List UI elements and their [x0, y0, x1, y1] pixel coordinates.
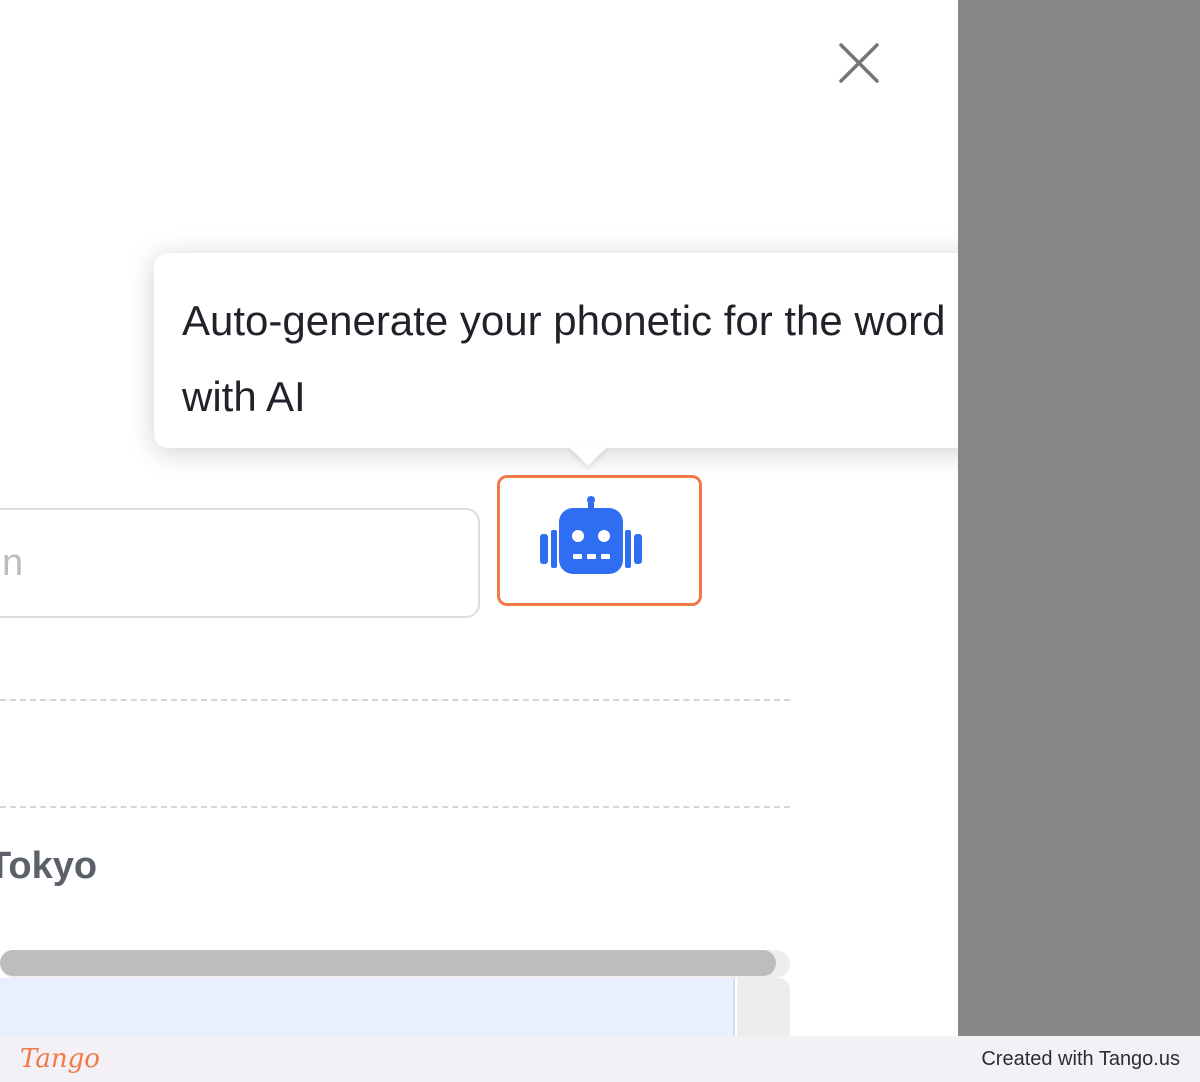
table-gutter	[737, 978, 790, 1036]
phonetic-input[interactable]	[2, 541, 478, 585]
phonetic-input-wrapper	[0, 508, 480, 618]
close-icon	[839, 43, 879, 83]
dialog-panel: Auto-generate your phonetic for the word…	[0, 0, 958, 1036]
tango-logo[interactable]: Tango	[20, 1044, 100, 1074]
close-button[interactable]	[834, 38, 884, 88]
robot-icon	[539, 495, 642, 574]
footer-bar: Tango Created with Tango.us	[0, 1036, 1200, 1082]
tooltip-arrow	[568, 446, 608, 466]
tooltip-text: Auto-generate your phonetic for the word…	[182, 297, 946, 420]
city-label: Tokyo	[0, 845, 98, 887]
scrollbar-thumb[interactable]	[0, 950, 776, 976]
modal-backdrop[interactable]	[958, 0, 1200, 1036]
ai-tooltip: Auto-generate your phonetic for the word…	[154, 253, 958, 448]
divider	[0, 806, 790, 808]
table-row[interactable]	[0, 978, 735, 1036]
ai-generate-button[interactable]	[497, 475, 702, 606]
screenshot-stage: Auto-generate your phonetic for the word…	[0, 0, 1200, 1082]
divider	[0, 699, 790, 701]
footer-credit[interactable]: Created with Tango.us	[981, 1048, 1180, 1071]
